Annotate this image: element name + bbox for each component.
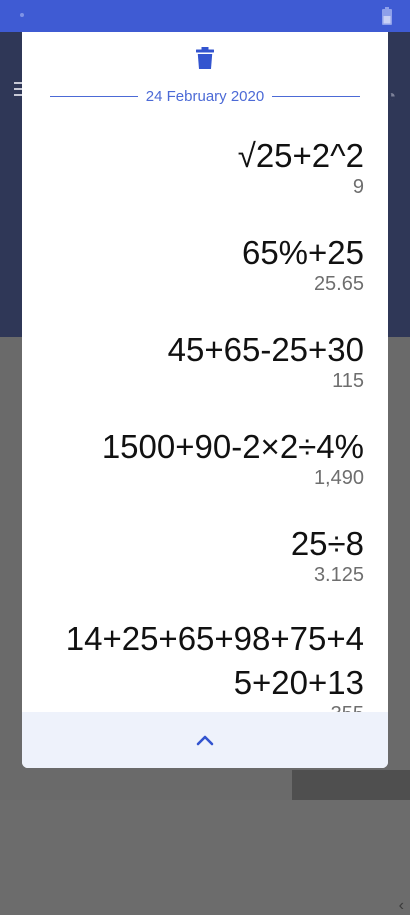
collapse-history-button[interactable] <box>22 712 388 768</box>
history-entry[interactable]: 14+25+65+98+75+4 5+20+13 355 <box>66 620 364 726</box>
history-sheet: 24 February 2020 √25+2^2 9 65%+25 25.65 … <box>22 32 388 768</box>
history-entry[interactable]: √25+2^2 9 <box>238 137 364 199</box>
status-bar <box>0 0 410 32</box>
history-result: 1,490 <box>313 467 364 489</box>
battery-icon <box>382 7 392 25</box>
divider-line <box>50 95 138 97</box>
history-expression: 1500+90-2×2÷4% <box>101 428 364 465</box>
history-entry[interactable]: 25÷8 3.125 <box>291 525 364 587</box>
history-result: 3.125 <box>313 564 364 586</box>
history-expression: 25÷8 <box>290 525 364 562</box>
history-expression: √25+2^2 <box>237 137 364 174</box>
trash-icon <box>196 47 214 69</box>
history-entry[interactable]: 45+65-25+30 115 <box>168 331 364 393</box>
clear-history-button[interactable] <box>192 45 218 71</box>
history-result: 115 <box>332 370 364 392</box>
history-expression: 14+25+65+98+75+4 <box>65 620 364 657</box>
history-expression: 45+65-25+30 <box>167 331 364 368</box>
history-expression: 5+20+13 <box>233 664 364 701</box>
chevron-left-icon: ‹ <box>398 897 404 914</box>
history-date: 24 February 2020 <box>145 87 265 105</box>
history-result: 9 <box>352 176 364 198</box>
date-separator: 24 February 2020 <box>50 87 361 105</box>
background-strip <box>292 770 410 800</box>
history-entry[interactable]: 1500+90-2×2÷4% 1,490 <box>102 428 364 490</box>
divider-line <box>272 95 361 97</box>
chevron-up-icon <box>196 735 214 746</box>
history-entry[interactable]: 65%+25 25.65 <box>242 234 364 296</box>
history-result: 25.65 <box>313 273 364 295</box>
notification-dot <box>20 13 24 17</box>
history-expression: 65%+25 <box>241 234 364 271</box>
